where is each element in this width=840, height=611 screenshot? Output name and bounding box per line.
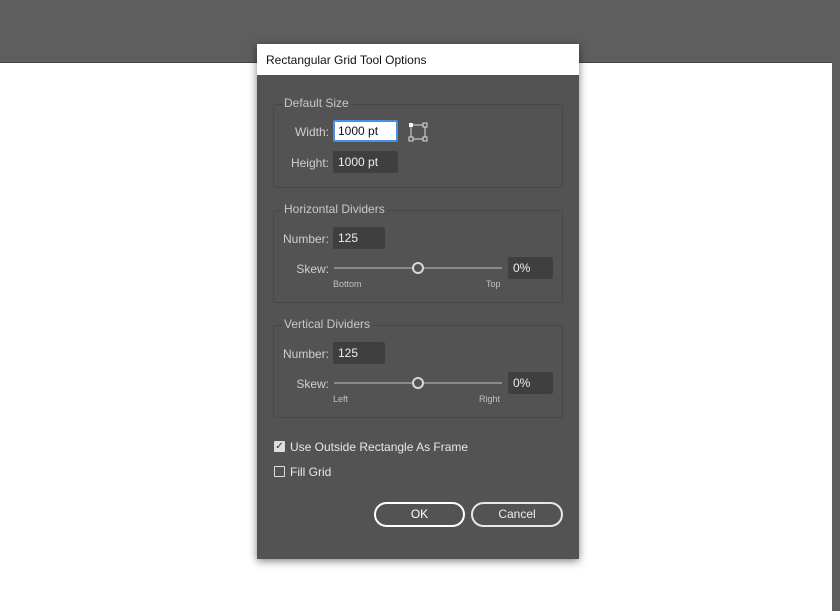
height-label: Height: xyxy=(290,156,329,170)
vertical-dividers-legend: Vertical Dividers xyxy=(282,317,373,331)
constrain-proportions-icon[interactable] xyxy=(408,122,428,142)
dialog-title: Rectangular Grid Tool Options xyxy=(257,44,579,75)
fill-grid-checkbox[interactable] xyxy=(274,466,285,477)
vertical-skew-label: Skew: xyxy=(296,377,329,391)
horizontal-number-label: Number: xyxy=(282,232,329,246)
vertical-skew-input[interactable]: 0% xyxy=(508,372,553,394)
width-label: Width: xyxy=(294,125,329,139)
ok-button[interactable]: OK xyxy=(374,502,465,527)
horizontal-dividers-legend: Horizontal Dividers xyxy=(282,202,387,216)
rectangular-grid-dialog: Rectangular Grid Tool Options Default Si… xyxy=(257,44,579,559)
horizontal-skew-handle[interactable] xyxy=(412,262,424,274)
horizontal-skew-input[interactable]: 0% xyxy=(508,257,553,279)
horizontal-number-input[interactable]: 125 xyxy=(333,227,385,249)
vertical-number-input[interactable]: 125 xyxy=(333,342,385,364)
default-size-group: Default Size xyxy=(273,96,563,188)
vertical-skew-min: Left xyxy=(333,394,349,404)
width-input[interactable]: 1000 pt xyxy=(333,120,398,142)
vertical-number-label: Number: xyxy=(282,347,329,361)
horizontal-skew-max: Top xyxy=(486,279,501,289)
use-outside-rectangle-label[interactable]: Use Outside Rectangle As Frame xyxy=(290,440,468,454)
horizontal-skew-min: Bottom xyxy=(333,279,362,289)
height-input[interactable]: 1000 pt xyxy=(333,151,398,173)
use-outside-rectangle-checkbox[interactable]: ✓ xyxy=(274,441,285,452)
cancel-button[interactable]: Cancel xyxy=(471,502,563,527)
vertical-skew-max: Right xyxy=(479,394,501,404)
vertical-skew-handle[interactable] xyxy=(412,377,424,389)
horizontal-skew-label: Skew: xyxy=(296,262,329,276)
fill-grid-label[interactable]: Fill Grid xyxy=(290,465,331,479)
default-size-legend: Default Size xyxy=(282,96,351,110)
